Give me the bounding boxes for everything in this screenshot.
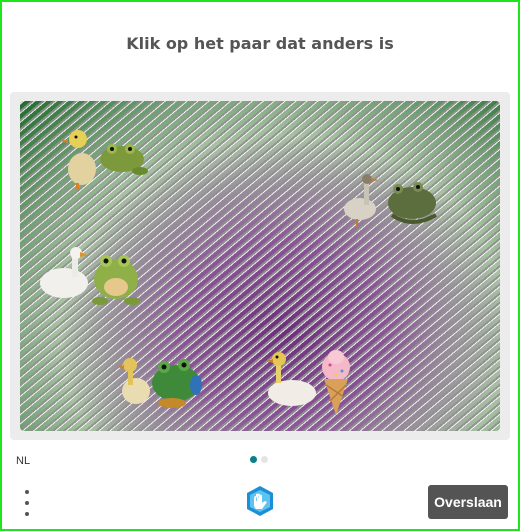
page-dot	[261, 456, 268, 463]
pair-duck-frog-2[interactable]	[116, 353, 208, 413]
pagination-dots	[250, 456, 268, 463]
skip-button[interactable]: Overslaan	[428, 485, 508, 519]
language-selector[interactable]: NL	[16, 455, 30, 467]
page-dot-active	[250, 456, 257, 463]
pair-goose-frog-2[interactable]	[36, 245, 144, 307]
goose-frog-icon	[344, 174, 438, 227]
duck-icecream-icon	[266, 350, 350, 415]
challenge-image[interactable]	[20, 101, 500, 431]
pair-goose-frog-1[interactable]	[338, 171, 442, 231]
pair-duck-frog-1[interactable]	[60, 121, 150, 191]
more-options-icon[interactable]	[20, 488, 34, 518]
pair-duck-icecream[interactable]	[264, 349, 360, 417]
captcha-logo-icon	[243, 485, 277, 517]
duck-frog-icon	[60, 130, 148, 190]
challenge-prompt: Klik op het paar dat anders is	[126, 34, 394, 53]
goose-frog-icon	[40, 247, 140, 305]
duck-frog-icon	[117, 358, 202, 408]
